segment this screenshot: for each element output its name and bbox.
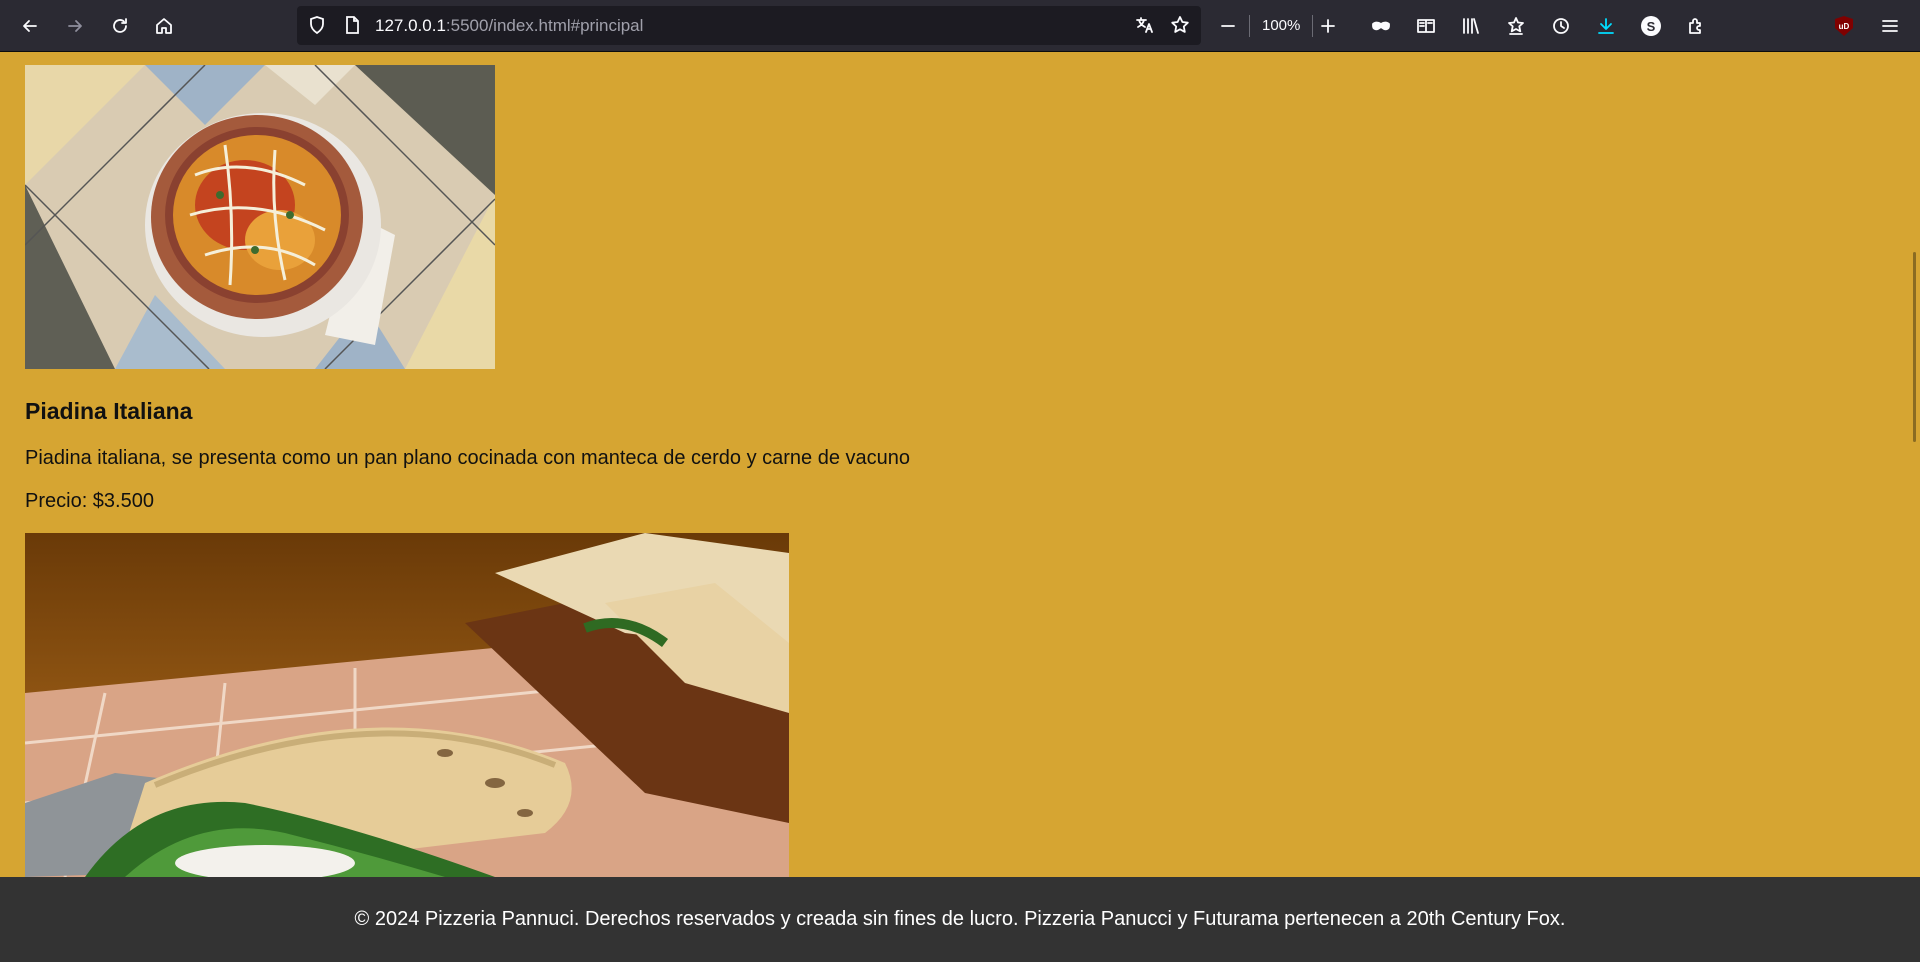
- bookmark-star-button[interactable]: [1164, 9, 1196, 41]
- skype-icon: S: [1641, 16, 1661, 36]
- reader-view-button[interactable]: [1410, 10, 1442, 42]
- extensions-icon: [1689, 18, 1701, 34]
- skype-extension-button[interactable]: S: [1635, 10, 1667, 42]
- forward-icon: [68, 20, 82, 32]
- shield-icon[interactable]: [307, 15, 327, 35]
- home-button[interactable]: [148, 10, 180, 42]
- download-icon: [1598, 18, 1614, 34]
- forward-button[interactable]: [59, 10, 91, 42]
- ublock-icon: uD: [1835, 16, 1853, 36]
- downloads-button[interactable]: [1590, 10, 1622, 42]
- bookmark-star-icon: [1171, 16, 1189, 33]
- zoom-out-button[interactable]: [1212, 10, 1244, 42]
- extensions-button[interactable]: [1680, 10, 1712, 42]
- page-scrollbar[interactable]: [1913, 252, 1916, 442]
- footer-text: © 2024 Pizzeria Pannuci. Derechos reserv…: [354, 908, 1566, 930]
- dish-price: Precio: $3.500: [25, 490, 154, 512]
- translate-icon: [1136, 17, 1153, 33]
- reader-view-icon: [1417, 19, 1435, 33]
- site-footer: © 2024 Pizzeria Pannuci. Derechos reserv…: [0, 877, 1920, 962]
- zoom-in-icon: [1321, 19, 1335, 33]
- dish-title: Piadina Italiana: [25, 398, 193, 424]
- url-host: 127.0.0.1: [375, 16, 446, 35]
- private-browsing-button[interactable]: [1365, 10, 1397, 42]
- url-bar[interactable]: 127.0.0.1:5500/index.html#principal: [297, 6, 1201, 45]
- back-button[interactable]: [14, 10, 46, 42]
- bookmarks-button[interactable]: [1500, 10, 1532, 42]
- menu-icon: [1882, 20, 1898, 32]
- zoom-out-icon: [1221, 25, 1235, 27]
- menu-button[interactable]: [1874, 10, 1906, 42]
- dish-photo-nachos: [25, 65, 495, 369]
- browser-toolbar: 127.0.0.1:5500/index.html#principal 100%…: [0, 0, 1920, 52]
- translate-button[interactable]: [1129, 9, 1161, 41]
- history-icon: [1553, 18, 1569, 34]
- url-path: :5500/index.html#principal: [445, 16, 644, 35]
- dish-description: Piadina italiana, se presenta como un pa…: [25, 447, 911, 469]
- reload-button[interactable]: [104, 10, 136, 42]
- history-button[interactable]: [1545, 10, 1577, 42]
- dish-photo-piadina: [25, 533, 789, 877]
- page-icon[interactable]: [342, 15, 362, 35]
- reload-icon: [113, 18, 127, 33]
- library-icon: [1463, 18, 1479, 34]
- private-mask-icon: [1372, 21, 1390, 31]
- back-icon: [23, 20, 37, 32]
- ublock-extension-button[interactable]: uD: [1828, 10, 1860, 42]
- zoom-in-button[interactable]: [1312, 10, 1344, 42]
- url-text[interactable]: 127.0.0.1:5500/index.html#principal: [375, 16, 643, 36]
- library-button[interactable]: [1455, 10, 1487, 42]
- zoom-level[interactable]: 100%: [1249, 15, 1314, 37]
- home-icon: [156, 18, 172, 34]
- bookmarks-icon: [1508, 17, 1524, 35]
